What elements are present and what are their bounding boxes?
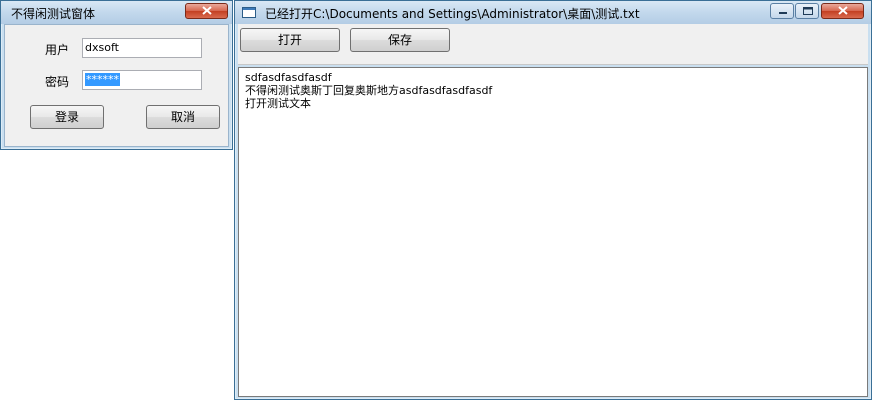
editor-window-title: 已经打开C:\Documents and Settings\Administra… — [265, 7, 640, 21]
password-value: ****** — [85, 73, 120, 86]
editor-toolbar: 打开 保存 — [238, 24, 868, 65]
editor-textarea[interactable]: sdfasdfasdfasdf 不得闲测试奥斯丁回复奥斯地方asdfasdfas… — [238, 67, 868, 397]
login-client-area: 用户 dxsoft 密码 ****** 登录 取消 — [4, 24, 229, 147]
close-icon — [838, 6, 848, 15]
maximize-button[interactable] — [795, 3, 819, 19]
open-button[interactable]: 打开 — [240, 28, 340, 52]
login-close-button[interactable] — [185, 3, 228, 19]
login-titlebar[interactable]: 不得闲测试窗体 — [1, 1, 232, 24]
login-window: 不得闲测试窗体 用户 dxsoft 密码 ****** 登录 取消 — [0, 0, 233, 150]
close-icon — [202, 6, 212, 15]
user-label: 用户 — [45, 43, 70, 57]
login-button[interactable]: 登录 — [30, 105, 104, 129]
cancel-button[interactable]: 取消 — [146, 105, 220, 129]
editor-window: 已经打开C:\Documents and Settings\Administra… — [234, 0, 872, 400]
app-window-icon — [242, 7, 256, 18]
maximize-icon — [803, 7, 813, 15]
save-button[interactable]: 保存 — [350, 28, 450, 52]
editor-close-button[interactable] — [821, 3, 864, 19]
editor-titlebar[interactable]: 已经打开C:\Documents and Settings\Administra… — [235, 1, 871, 24]
minimize-button[interactable] — [770, 3, 794, 19]
password-input[interactable]: ****** — [82, 70, 202, 90]
password-label: 密码 — [45, 75, 70, 89]
user-input[interactable]: dxsoft — [82, 38, 202, 58]
minimize-icon — [779, 12, 787, 14]
login-window-title: 不得闲测试窗体 — [11, 7, 96, 21]
